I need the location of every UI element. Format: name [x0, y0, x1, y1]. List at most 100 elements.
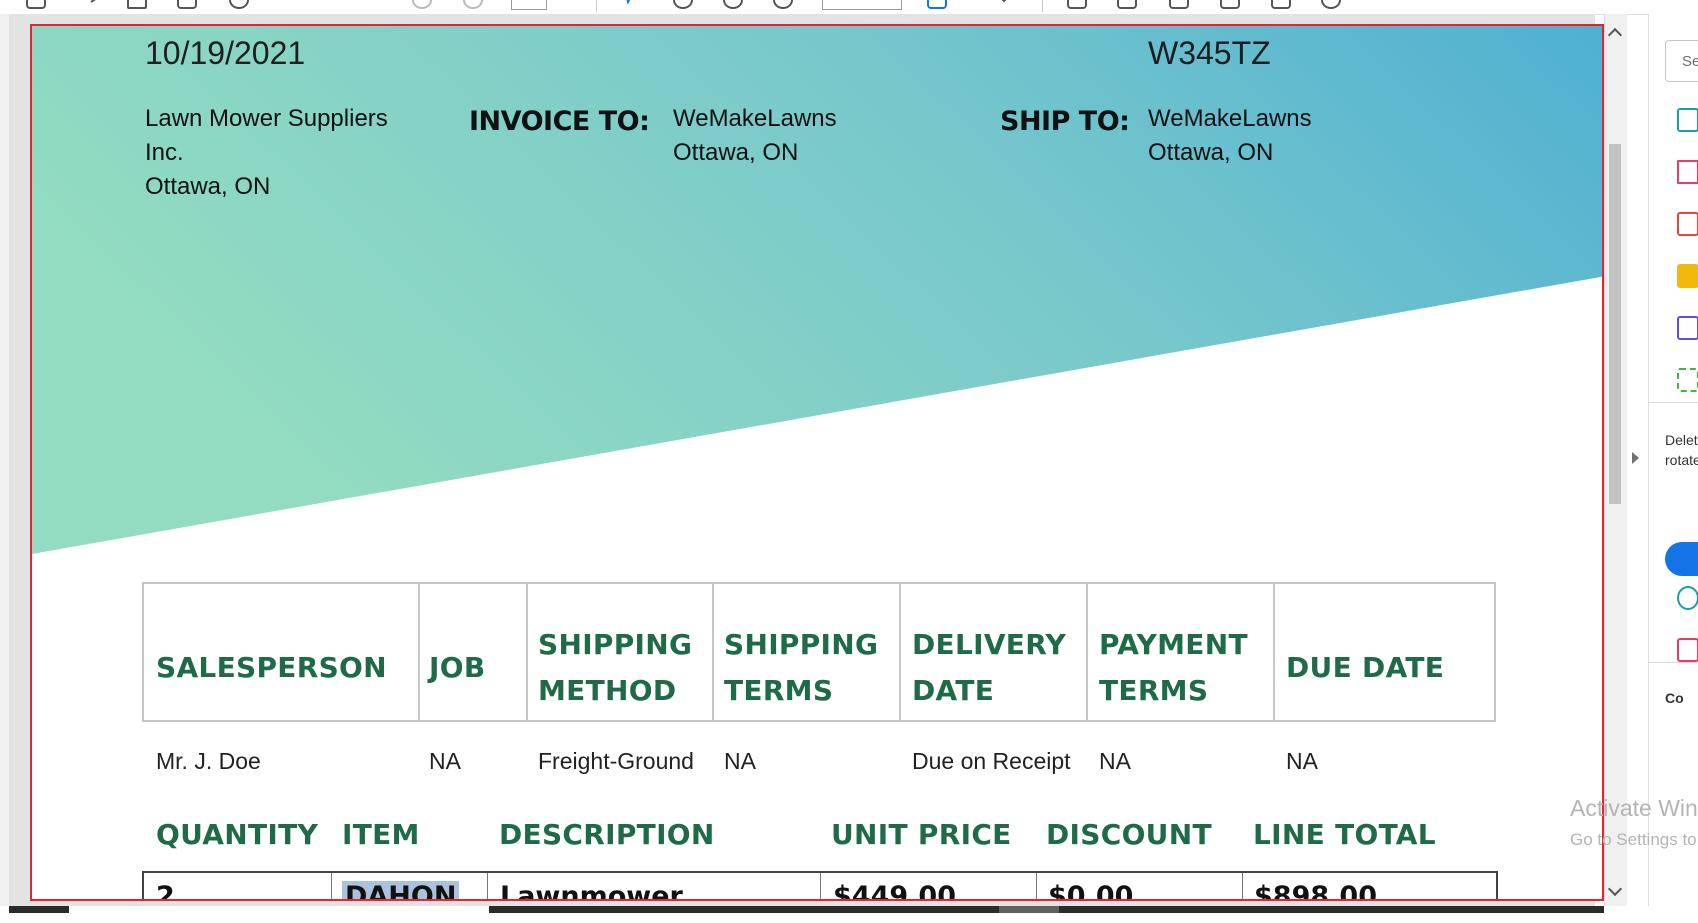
- panel-help-text-line1: Delet: [1665, 432, 1698, 448]
- panel-divider: [1649, 402, 1698, 403]
- export-pdf-icon[interactable]: [1677, 108, 1698, 132]
- table-divider: [331, 873, 332, 899]
- header-line-total: LINE TOTAL: [1253, 818, 1436, 851]
- table-divider: [1273, 584, 1275, 720]
- delivery-date-value: Due on Receipt: [912, 748, 1071, 774]
- job-value: NA: [429, 748, 461, 774]
- save-icon[interactable]: [26, 0, 46, 9]
- header-delivery-date: DELIVERY DATE: [912, 622, 1066, 714]
- invoice-to-name: WeMakeLawns: [673, 105, 837, 132]
- header-payment-terms: PAYMENT TERMS: [1099, 622, 1248, 714]
- header-line: TERMS: [724, 674, 834, 707]
- description-cell: Lawnmower: [500, 881, 683, 901]
- header-description: DESCRIPTION: [499, 818, 715, 851]
- table-divider: [1086, 584, 1088, 720]
- discount-cell: $0.00: [1048, 881, 1134, 901]
- shipping-terms-value: NA: [724, 748, 756, 774]
- invoice-page: 10/19/2021 W345TZ Lawn Mower Suppliers I…: [30, 24, 1604, 901]
- scroll-mode-icon[interactable]: [994, 0, 1014, 9]
- zoom-level-field[interactable]: [822, 0, 902, 10]
- toolbar-divider: [596, 0, 597, 12]
- table-divider: [418, 584, 420, 720]
- share-icon[interactable]: [127, 0, 147, 9]
- right-panel-collapse-icon[interactable]: [1632, 452, 1639, 464]
- comment-tool-icon[interactable]: [1067, 0, 1087, 9]
- comment-icon[interactable]: [1677, 264, 1698, 288]
- header-salesperson: SALESPERSON: [156, 651, 387, 684]
- print-icon[interactable]: [177, 0, 197, 9]
- page-down-icon[interactable]: [463, 0, 483, 9]
- header-line: SHIPPING: [538, 628, 693, 661]
- vertical-scrollbar[interactable]: [1604, 14, 1627, 906]
- header-line: DATE: [912, 674, 995, 707]
- header-due-date: DUE DATE: [1286, 651, 1445, 684]
- salesperson-value: Mr. J. Doe: [156, 748, 261, 774]
- invoice-to-city: Ottawa, ON: [673, 139, 799, 166]
- right-tools-panel: Sea Delet rotate Co: [1648, 14, 1698, 906]
- page-number-field[interactable]: [511, 0, 547, 10]
- bottom-scroll-thumb[interactable]: [999, 906, 1059, 913]
- zoom-in-icon[interactable]: [773, 0, 793, 9]
- header-line: TERMS: [1099, 674, 1209, 707]
- select-cursor-icon[interactable]: [622, 0, 642, 9]
- table-divider: [820, 873, 821, 899]
- search-icon[interactable]: [229, 0, 249, 9]
- item-cell[interactable]: DAHON: [342, 881, 460, 899]
- invoice-date: 10/19/2021: [145, 35, 306, 71]
- header-unit-price: UNIT PRICE: [831, 818, 1012, 851]
- line-total-cell: $898.00: [1254, 881, 1377, 901]
- tools-search-input[interactable]: Sea: [1665, 40, 1698, 82]
- header-shipping-terms: SHIPPING TERMS: [724, 622, 878, 714]
- table-divider: [526, 584, 528, 720]
- more-tools-icon[interactable]: [1321, 0, 1341, 9]
- panel-help-text-line2: rotate: [1665, 452, 1698, 468]
- bookmark-icon[interactable]: [77, 0, 97, 9]
- convert-icon[interactable]: [1677, 586, 1698, 610]
- bottom-taskbar-edge: [9, 906, 1698, 923]
- quantity-cell: 2: [156, 881, 175, 901]
- header-item: ITEM: [342, 818, 420, 851]
- table-divider: [899, 584, 901, 720]
- due-date-value: NA: [1286, 748, 1318, 774]
- shipping-method-value: Freight-Ground: [538, 748, 694, 774]
- selected-item-text[interactable]: DAHON: [342, 881, 460, 899]
- scrollbar-thumb[interactable]: [1609, 144, 1621, 504]
- activate-windows-watermark: Activate Win: [1570, 795, 1698, 821]
- panel-divider: [1649, 662, 1698, 663]
- organize-pages-icon[interactable]: [1677, 160, 1698, 184]
- header-discount: DISCOUNT: [1046, 818, 1212, 851]
- supplier-name-cont: Inc.: [145, 139, 184, 166]
- hand-tool-icon[interactable]: [673, 0, 693, 9]
- stamp-icon[interactable]: [1271, 0, 1291, 9]
- crop-pages-icon[interactable]: [1677, 368, 1698, 392]
- table-divider: [1036, 873, 1037, 899]
- edit-icon[interactable]: [1220, 0, 1240, 9]
- compress-pdf-icon[interactable]: [1677, 316, 1698, 340]
- header-line: DELIVERY: [912, 628, 1067, 661]
- supplier-name: Lawn Mower Suppliers: [145, 105, 388, 132]
- zoom-out-icon[interactable]: [723, 0, 743, 9]
- invoice-number: W345TZ: [1148, 35, 1271, 71]
- panel-primary-button[interactable]: [1665, 542, 1698, 576]
- supplier-city: Ottawa, ON: [145, 173, 271, 200]
- panel-footer-label: Co: [1665, 690, 1684, 706]
- table-divider: [1242, 873, 1243, 899]
- fit-page-icon[interactable]: [927, 0, 947, 9]
- highlight-icon[interactable]: [1117, 0, 1137, 9]
- table-divider: [487, 873, 488, 899]
- scroll-up-icon[interactable]: [1607, 27, 1623, 43]
- table-divider: [712, 584, 714, 720]
- payment-terms-value: NA: [1099, 748, 1131, 774]
- fill-sign-icon[interactable]: [1677, 638, 1698, 662]
- header-line: METHOD: [538, 674, 677, 707]
- scroll-down-icon[interactable]: [1607, 881, 1623, 897]
- header-line: PAYMENT: [1099, 628, 1248, 661]
- create-pdf-icon[interactable]: [1677, 212, 1698, 236]
- ship-to-label: SHIP TO:: [1000, 106, 1130, 137]
- header-quantity: QUANTITY: [156, 818, 319, 851]
- header-shipping-method: SHIPPING METHOD: [538, 622, 692, 714]
- page-up-icon[interactable]: [412, 0, 432, 9]
- bottom-track-segment: [69, 906, 489, 913]
- draw-icon[interactable]: [1169, 0, 1189, 9]
- header-line: SHIPPING: [724, 628, 879, 661]
